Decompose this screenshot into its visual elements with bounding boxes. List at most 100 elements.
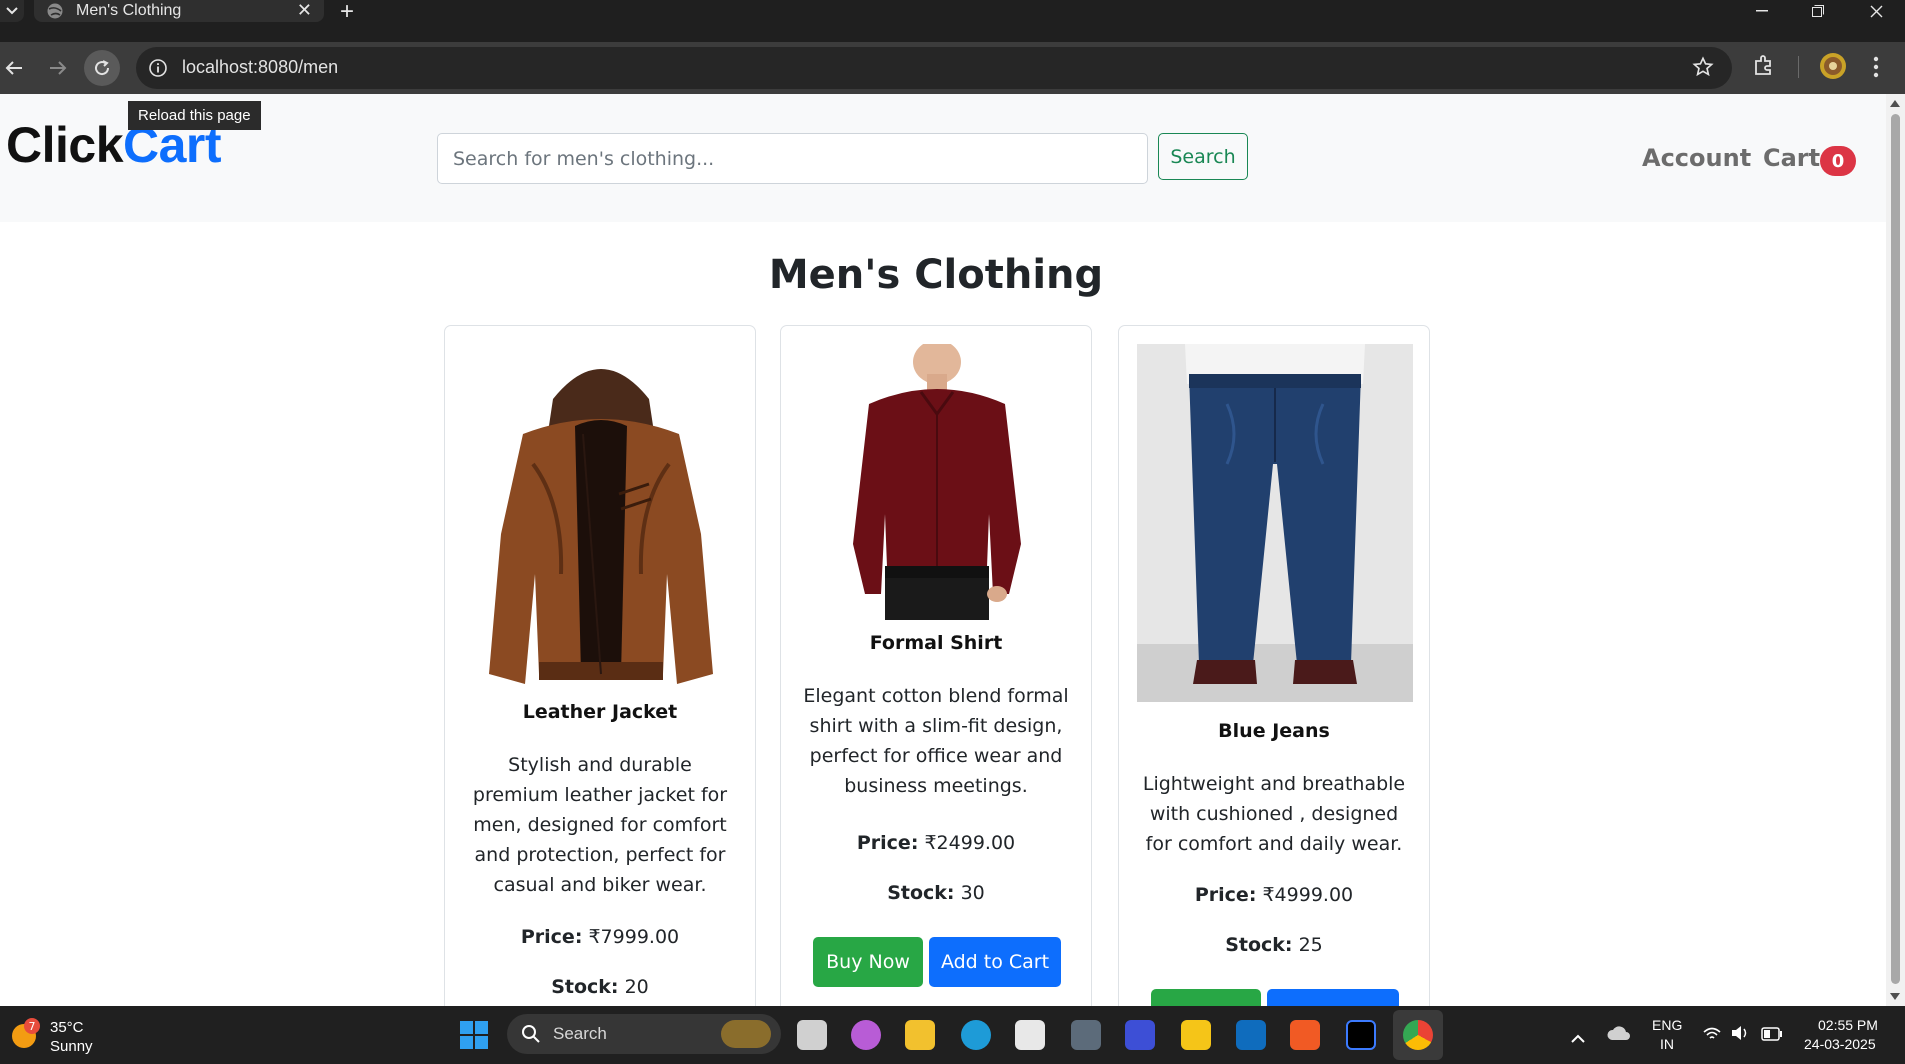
browser-toolbar: localhost:8080/men <box>0 42 1905 94</box>
site-navbar: ClickCart Search Account Cart 0 <box>0 94 1886 222</box>
volume-icon[interactable] <box>1731 1025 1751 1045</box>
weather-widget[interactable]: 7 35°C Sunny <box>10 1016 120 1056</box>
edge-icon[interactable] <box>961 1020 991 1050</box>
onedrive-icon[interactable] <box>1607 1024 1631 1046</box>
product-card: Formal Shirt Elegant cotton blend formal… <box>780 325 1092 1006</box>
weather-alert-badge: 7 <box>24 1018 40 1034</box>
product-description: Stylish and durable premium leather jack… <box>472 754 728 896</box>
search-icon <box>521 1024 541 1048</box>
minimize-button[interactable] <box>1737 0 1787 22</box>
windows-taskbar: 7 35°C Sunny Search ENG IN 02:55 PM 24-0 <box>0 1006 1905 1064</box>
stock-label: Stock: <box>887 882 955 904</box>
price-value: ₹7999.00 <box>588 926 680 948</box>
product-price: Price: ₹7999.00 <box>445 926 755 948</box>
app-icon[interactable] <box>1071 1020 1101 1050</box>
product-card: Blue Jeans Lightweight and breathable wi… <box>1118 325 1430 1006</box>
brave-icon[interactable] <box>1290 1020 1320 1050</box>
browser-tab-bar: Men's Clothing ✕ + <box>0 0 1905 42</box>
blue-jeans-image[interactable] <box>1137 344 1413 702</box>
price-value: ₹2499.00 <box>924 832 1016 854</box>
tray-chevron-icon[interactable] <box>1571 1028 1585 1047</box>
brand-part-click: Click <box>6 117 124 173</box>
browser-tab[interactable]: Men's Clothing ✕ <box>34 0 324 22</box>
reload-button[interactable] <box>84 50 120 86</box>
price-label: Price: <box>1194 884 1257 906</box>
new-tab-button[interactable]: + <box>340 0 354 26</box>
add-to-cart-button[interactable]: Add to Cart <box>929 937 1061 987</box>
add-to-cart-button[interactable]: Add to Cart <box>1267 989 1399 1006</box>
profile-avatar[interactable] <box>1819 52 1847 84</box>
clock-date[interactable]: 24-03-2025 <box>1804 1036 1876 1052</box>
tab-close-icon[interactable]: ✕ <box>297 0 312 21</box>
reload-tooltip: Reload this page <box>128 101 261 130</box>
page-viewport: ClickCart Search Account Cart 0 Men's Cl… <box>0 94 1886 1006</box>
weather-condition: Sunny <box>50 1038 93 1055</box>
product-price: Price: ₹2499.00 <box>781 832 1091 854</box>
search-highlight-icon <box>721 1020 771 1048</box>
battery-icon[interactable] <box>1761 1026 1783 1045</box>
store-icon[interactable] <box>1015 1020 1045 1050</box>
forward-button[interactable] <box>40 50 76 86</box>
chrome-menu-icon[interactable] <box>1873 56 1879 82</box>
product-name: Blue Jeans <box>1218 720 1330 742</box>
product-stock: Stock: 25 <box>1119 934 1429 956</box>
stock-value: 25 <box>1298 934 1323 956</box>
back-button[interactable] <box>0 50 32 86</box>
tab-title: Men's Clothing <box>76 2 182 19</box>
stock-value: 30 <box>960 882 985 904</box>
file-explorer-icon[interactable] <box>905 1020 935 1050</box>
search-input[interactable] <box>437 133 1148 184</box>
cart-link[interactable]: Cart <box>1763 144 1820 172</box>
chrome-icon[interactable] <box>1403 1020 1433 1050</box>
product-price: Price: ₹4999.00 <box>1119 884 1429 906</box>
url-text: localhost:8080/men <box>182 57 339 77</box>
price-label: Price: <box>520 926 583 948</box>
outlook-icon[interactable] <box>1236 1020 1266 1050</box>
page-scrollbar[interactable] <box>1886 94 1905 1006</box>
editor-icon[interactable] <box>1125 1020 1155 1050</box>
cart-count-badge: 0 <box>1820 146 1856 176</box>
language-line1[interactable]: ENG <box>1652 1017 1682 1033</box>
leather-jacket-image[interactable] <box>463 344 739 689</box>
site-info-icon[interactable] <box>148 58 168 82</box>
copilot-icon[interactable] <box>851 1020 881 1050</box>
weather-temperature: 35°C <box>50 1019 84 1036</box>
scroll-up-arrow[interactable] <box>1890 100 1900 107</box>
bookmark-star-icon[interactable] <box>1692 56 1714 82</box>
account-link[interactable]: Account <box>1642 144 1751 172</box>
search-button[interactable]: Search <box>1158 133 1248 180</box>
globe-icon <box>46 2 64 24</box>
wifi-icon[interactable] <box>1703 1026 1721 1045</box>
toolbar-divider <box>1798 56 1799 78</box>
price-label: Price: <box>856 832 919 854</box>
stock-label: Stock: <box>551 976 619 998</box>
clock-time[interactable]: 02:55 PM <box>1818 1017 1878 1033</box>
product-stock: Stock: 20 <box>445 976 755 998</box>
task-view-icon[interactable] <box>797 1020 827 1050</box>
taskbar-search-label: Search <box>553 1024 607 1043</box>
product-name: Formal Shirt <box>869 632 1003 654</box>
scroll-thumb[interactable] <box>1891 114 1900 984</box>
sticky-notes-icon[interactable] <box>1181 1020 1211 1050</box>
product-card: Leather Jacket Stylish and durable premi… <box>444 325 756 1006</box>
formal-shirt-image[interactable] <box>799 344 1075 620</box>
windows-start-icon[interactable] <box>459 1020 489 1050</box>
product-description: Lightweight and breathable with cushione… <box>1142 773 1406 855</box>
extensions-icon[interactable] <box>1753 54 1775 80</box>
taskbar-search[interactable]: Search <box>507 1014 781 1054</box>
scroll-down-arrow[interactable] <box>1890 993 1900 1000</box>
restore-button[interactable] <box>1793 0 1843 22</box>
close-window-button[interactable] <box>1851 0 1901 22</box>
product-stock: Stock: 30 <box>781 882 1091 904</box>
buy-now-button[interactable]: Buy Now <box>1151 989 1261 1006</box>
tab-search-button[interactable] <box>0 0 24 22</box>
product-name: Leather Jacket <box>522 701 678 723</box>
stock-label: Stock: <box>1225 934 1293 956</box>
price-value: ₹4999.00 <box>1262 884 1354 906</box>
buy-now-button[interactable]: Buy Now <box>813 937 923 987</box>
page-title: Men's Clothing <box>768 252 1104 298</box>
product-description: Elegant cotton blend formal shirt with a… <box>803 685 1069 797</box>
address-bar[interactable]: localhost:8080/men <box>136 47 1732 89</box>
language-line2[interactable]: IN <box>1660 1036 1674 1052</box>
intellij-icon[interactable] <box>1346 1020 1376 1050</box>
